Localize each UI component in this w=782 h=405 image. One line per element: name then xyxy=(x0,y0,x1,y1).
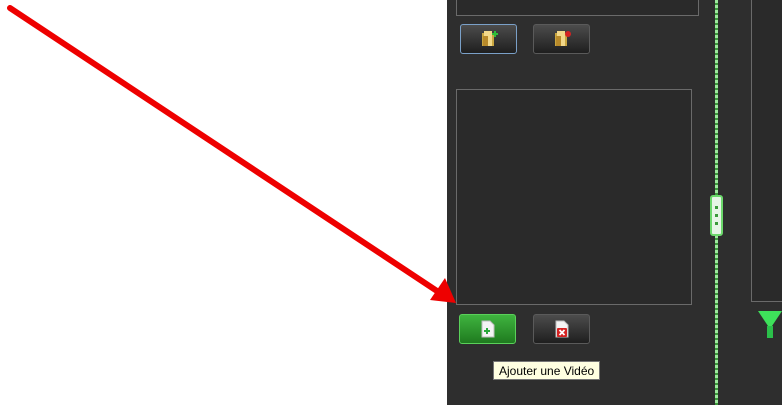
splitter-handle[interactable] xyxy=(710,195,723,236)
funnel-stem xyxy=(767,326,773,338)
preview-pane xyxy=(751,0,782,302)
folder-remove-icon xyxy=(554,31,571,46)
media-panel xyxy=(447,0,782,405)
file-add-icon xyxy=(481,320,494,338)
add-folder-button[interactable] xyxy=(460,24,517,54)
tooltip-add-video: Ajouter une Vidéo xyxy=(493,361,601,380)
video-list[interactable] xyxy=(456,89,692,305)
file-remove-icon xyxy=(555,320,568,338)
add-video-button[interactable] xyxy=(459,314,516,344)
folder-add-icon xyxy=(481,31,498,46)
remove-video-button[interactable] xyxy=(533,314,590,344)
folder-list[interactable] xyxy=(456,0,699,16)
remove-folder-button[interactable] xyxy=(533,24,590,54)
